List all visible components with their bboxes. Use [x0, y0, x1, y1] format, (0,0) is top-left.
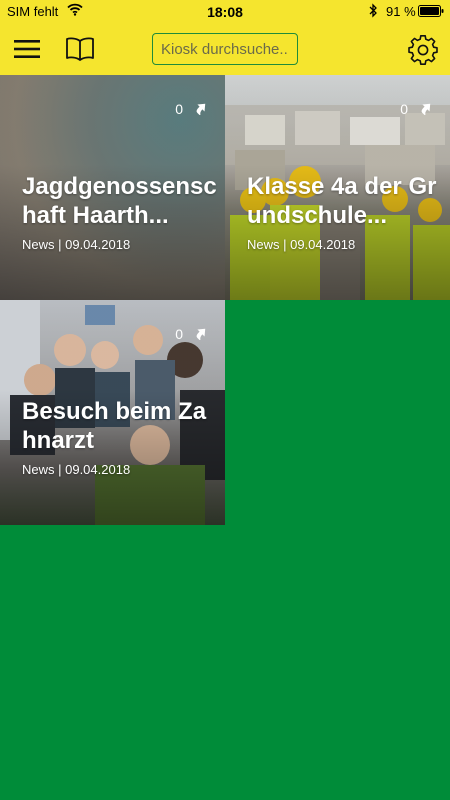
bluetooth-icon [368, 3, 378, 21]
tile-title: Klasse 4a der Grundschule... [247, 173, 437, 229]
battery-icon [418, 5, 444, 20]
news-tile[interactable]: 0 Jagdgenossenschaft Haarth... News | 09… [0, 75, 225, 300]
news-tile[interactable]: 0 Klasse 4a der Grundschule... News | 09… [225, 75, 450, 300]
top-bar: SIM fehlt 18:08 91 % [0, 0, 450, 75]
status-bar: SIM fehlt 18:08 91 % [0, 0, 450, 24]
open-book-icon[interactable] [64, 35, 96, 63]
share-arrow-icon[interactable] [194, 326, 208, 342]
news-tile[interactable]: 0 Besuch beim Zahnarzt News | 09.04.2018 [0, 300, 225, 525]
tile-meta: News | 09.04.2018 [22, 237, 131, 252]
clock: 18:08 [207, 4, 243, 20]
share-arrow-icon[interactable] [419, 101, 433, 117]
share-arrow-icon[interactable] [194, 101, 208, 117]
share-count: 0 [175, 326, 183, 342]
tile-meta: News | 09.04.2018 [22, 462, 131, 477]
battery-percent: 91 % [386, 4, 416, 19]
share-count: 0 [175, 101, 183, 117]
tile-meta: News | 09.04.2018 [247, 237, 356, 252]
share-count: 0 [400, 101, 408, 117]
gear-icon[interactable] [408, 34, 438, 65]
app-toolbar [0, 24, 450, 75]
tile-title: Besuch beim Zahnarzt [22, 398, 207, 454]
hamburger-menu-icon[interactable] [12, 36, 42, 62]
tile-title: Jagdgenossenschaft Haarth... [22, 173, 217, 229]
search-input[interactable] [152, 33, 298, 65]
